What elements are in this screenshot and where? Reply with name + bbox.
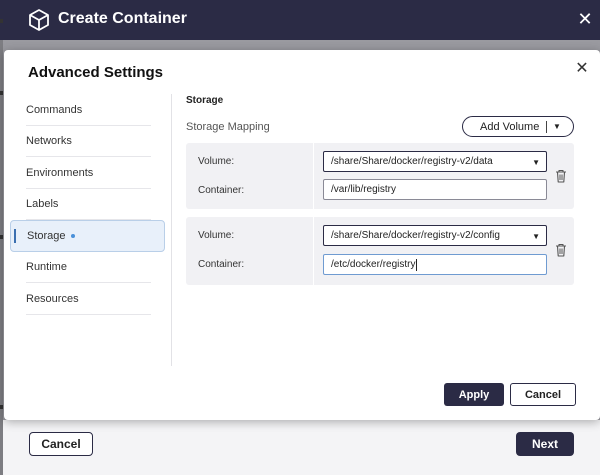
container-label: Container: (198, 259, 245, 270)
dialog-close-icon[interactable]: ✕ (574, 61, 590, 77)
sidebar-item-label: Networks (26, 135, 72, 148)
sidebar-item-labels[interactable]: Labels (10, 189, 165, 221)
sidebar-item-label: Labels (26, 198, 59, 211)
container-path-value: /var/lib/registry (331, 184, 397, 195)
volume-label: Volume: (198, 230, 235, 241)
dialog-title: Advanced Settings (28, 64, 164, 81)
container-path-value: /etc/docker/registry (331, 259, 416, 270)
volume-mapping-row: Volume: /share/Share/docker/registry-v2/… (186, 143, 574, 209)
window-cancel-button[interactable]: Cancel (29, 432, 93, 456)
settings-sidebar: Commands Networks Environments Labels St… (10, 94, 165, 315)
edge-marker (0, 91, 3, 95)
sidebar-item-storage[interactable]: Storage (10, 220, 165, 252)
container-path-input[interactable]: /etc/docker/registry (323, 254, 547, 275)
sidebar-item-label: Environments (26, 166, 94, 179)
chevron-down-icon: ▼ (532, 232, 540, 241)
column-divider (313, 143, 314, 209)
add-volume-button[interactable]: Add Volume ▼ (462, 116, 574, 137)
volume-select[interactable]: /share/Share/docker/registry-v2/data ▼ (323, 151, 547, 172)
sidebar-item-networks[interactable]: Networks (10, 126, 165, 158)
volume-select-value: /share/Share/docker/registry-v2/data (331, 156, 493, 167)
text-cursor (416, 258, 418, 271)
edge-marker (0, 19, 3, 23)
window-close-icon[interactable]: ✕ (576, 9, 594, 29)
chevron-down-icon: ▼ (532, 158, 540, 167)
chevron-down-icon[interactable]: ▼ (547, 122, 561, 131)
add-volume-label: Add Volume (480, 120, 540, 133)
container-path-input[interactable]: /var/lib/registry (323, 179, 547, 200)
window-title: Create Container (58, 10, 187, 27)
volume-select-value: /share/Share/docker/registry-v2/config (331, 230, 500, 241)
sidebar-item-environments[interactable]: Environments (10, 157, 165, 189)
volume-label: Volume: (198, 156, 235, 167)
sidebar-item-label: Storage (27, 229, 66, 242)
sidebar-item-label: Resources (26, 292, 79, 305)
storage-mapping-label: Storage Mapping (186, 121, 270, 133)
volume-mapping-row: Volume: /share/Share/docker/registry-v2/… (186, 217, 574, 285)
cancel-button[interactable]: Cancel (510, 383, 576, 406)
volume-select[interactable]: /share/Share/docker/registry-v2/config ▼ (323, 225, 547, 246)
container-label: Container: (198, 185, 245, 196)
window-titlebar: Create Container ✕ (0, 0, 600, 40)
sidebar-item-commands[interactable]: Commands (10, 94, 165, 126)
trash-icon[interactable] (555, 243, 567, 257)
column-divider (313, 217, 314, 285)
apply-button[interactable]: Apply (444, 383, 504, 406)
sidebar-divider (171, 94, 172, 366)
cube-icon (29, 9, 49, 31)
edge-marker (0, 405, 3, 409)
window-next-button[interactable]: Next (516, 432, 574, 456)
advanced-settings-dialog: Advanced Settings ✕ Commands Networks En… (4, 50, 600, 420)
sidebar-item-label: Runtime (26, 261, 67, 274)
section-title: Storage (186, 95, 224, 106)
sidebar-item-label: Commands (26, 103, 83, 116)
trash-icon[interactable] (555, 169, 567, 183)
modified-dot-icon (70, 233, 75, 238)
sidebar-item-runtime[interactable]: Runtime (10, 252, 165, 284)
sidebar-item-resources[interactable]: Resources (10, 283, 165, 315)
edge-marker (0, 235, 3, 239)
